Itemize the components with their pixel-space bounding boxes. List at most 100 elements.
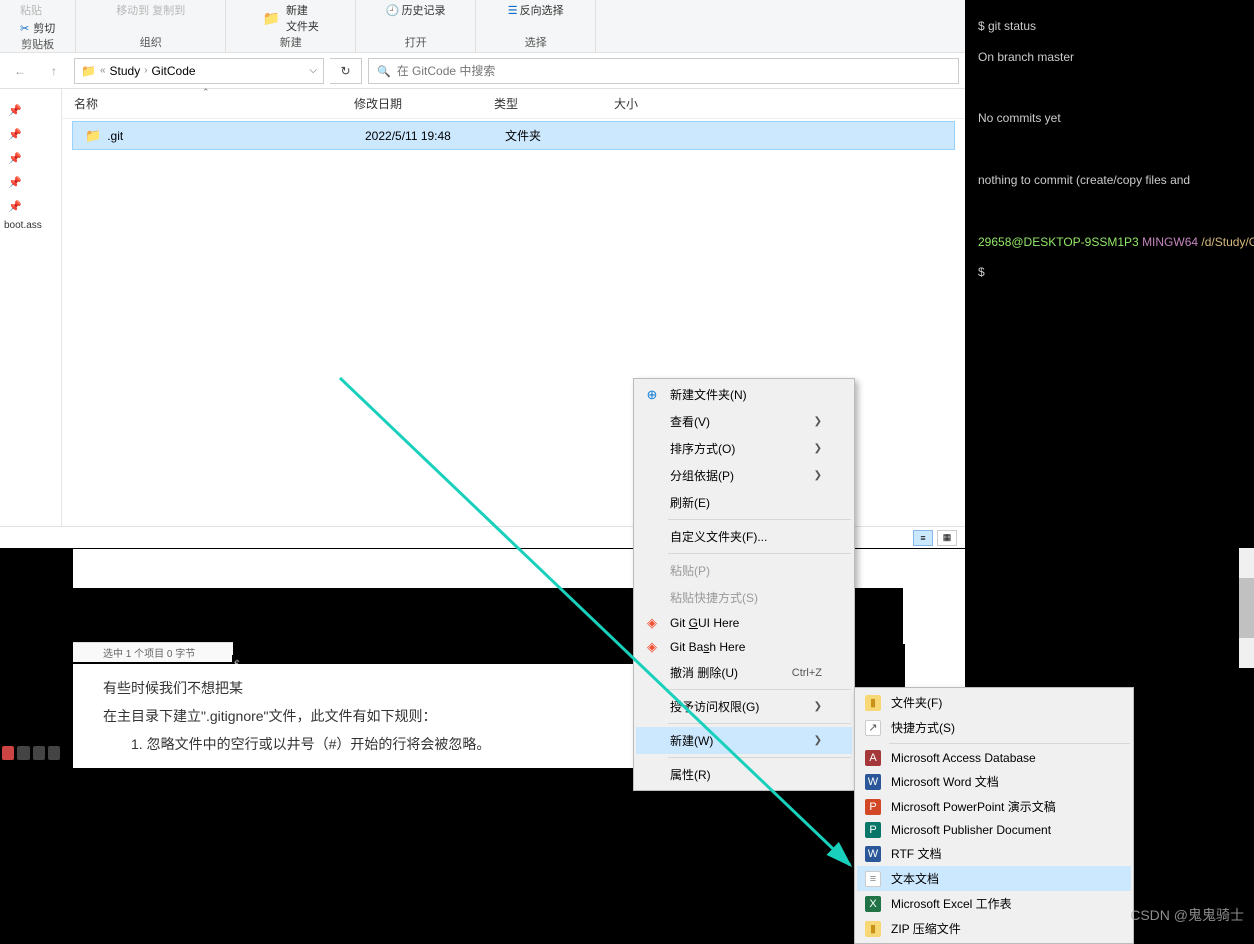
ppt-icon: P <box>865 799 881 815</box>
taskbar-icon[interactable] <box>48 746 60 760</box>
column-headers[interactable]: 名称 修改日期 类型 大小 ⌃ <box>62 89 965 119</box>
git-bash-terminal[interactable]: $ git status On branch master No commits… <box>974 0 1254 548</box>
ctx-grant-access[interactable]: 授予访问权限(G)❯ <box>636 693 852 720</box>
taskbar-icon[interactable] <box>33 746 45 760</box>
word-icon: W <box>865 774 881 790</box>
sub-rtf[interactable]: WRTF 文档 <box>857 841 1131 866</box>
separator <box>668 689 851 690</box>
taskbar[interactable] <box>0 744 62 762</box>
search-box[interactable]: 在 GitCode 中搜索 <box>368 58 959 84</box>
ctx-git-gui[interactable]: ◈Git GUI Here <box>636 611 852 635</box>
ctx-new-folder[interactable]: ⊕新建文件夹(N) <box>636 381 852 408</box>
publisher-icon: P <box>865 822 881 838</box>
pin-icon[interactable] <box>0 193 61 217</box>
col-name[interactable]: 名称 <box>74 95 354 112</box>
article-line1: 有些时候我们不想把某 <box>103 674 603 702</box>
ribbon-org-label: 组织 <box>140 34 162 50</box>
ctx-customize[interactable]: 自定义文件夹(F)... <box>636 523 852 550</box>
search-placeholder: 在 GitCode 中搜索 <box>397 62 496 79</box>
shortcut-icon: ↗ <box>865 720 881 736</box>
scrollbar[interactable] <box>1239 548 1254 668</box>
new-submenu: ▮文件夹(F) ↗快捷方式(S) AMicrosoft Access Datab… <box>854 687 1134 944</box>
pin-icon[interactable] <box>0 97 61 121</box>
search-icon <box>377 64 391 78</box>
sub-publisher[interactable]: PMicrosoft Publisher Document <box>857 819 1131 841</box>
taskbar-icon[interactable] <box>2 746 14 760</box>
view-details-button[interactable]: ≡ <box>913 530 933 546</box>
excel-icon: X <box>865 896 881 912</box>
sub-ppt[interactable]: PMicrosoft PowerPoint 演示文稿 <box>857 794 1131 819</box>
chevron-right-icon: ❯ <box>814 701 822 712</box>
sort-indicator-icon: ⌃ <box>202 87 210 98</box>
txt-icon: ≡ <box>865 871 881 887</box>
term-line: No commits yet <box>978 110 1250 127</box>
term-blank <box>978 80 1250 97</box>
sidebar: boot.ass <box>0 89 62 526</box>
sub-access[interactable]: AMicrosoft Access Database <box>857 747 1131 769</box>
separator <box>668 723 851 724</box>
ctx-view[interactable]: 查看(V)❯ <box>636 408 852 435</box>
shortcut-text: Ctrl+Z <box>792 667 822 679</box>
zip-icon: ▮ <box>865 921 881 937</box>
sub-excel[interactable]: XMicrosoft Excel 工作表 <box>857 891 1131 916</box>
sub-txt[interactable]: ≡文本文档 <box>857 866 1131 891</box>
separator <box>668 757 851 758</box>
editor-status: 选中 1 个项目 0 字节 <box>73 642 233 662</box>
chevron-right-icon: ❯ <box>814 443 822 454</box>
address-dropdown[interactable]: ⌵ <box>309 65 317 76</box>
ribbon-select-label: 选择 <box>525 34 547 50</box>
file-date: 2022/5/11 19:48 <box>365 129 505 143</box>
back-button[interactable]: ← <box>6 57 34 85</box>
view-icons-button[interactable]: ▦ <box>937 530 957 546</box>
taskbar-icon[interactable] <box>17 746 29 760</box>
ctx-sort[interactable]: 排序方式(O)❯ <box>636 435 852 462</box>
ribbon-new-label: 新建 <box>280 34 302 50</box>
sidebar-item[interactable]: boot.ass <box>0 217 61 234</box>
article-line3: 1. 忽略文件中的空行或以井号（#）开始的行将会被忽略。 <box>103 730 603 758</box>
col-size[interactable]: 大小 <box>614 95 694 112</box>
chevron-right-icon: ❯ <box>814 470 822 481</box>
new-folder-icon: ⊕ <box>644 387 660 403</box>
ctx-refresh[interactable]: 刷新(E) <box>636 489 852 516</box>
pin-icon[interactable] <box>0 145 61 169</box>
new-folder-button[interactable]: 新建 文件夹 <box>286 2 319 34</box>
chevron-right-icon: ❯ <box>814 416 822 427</box>
ctx-undo[interactable]: 撤消 删除(U)Ctrl+Z <box>636 659 852 686</box>
sub-shortcut[interactable]: ↗快捷方式(S) <box>857 715 1131 740</box>
term-blank <box>978 203 1250 220</box>
scrollbar-thumb[interactable] <box>1239 578 1254 638</box>
up-button[interactable]: ↑ <box>40 57 68 85</box>
col-type[interactable]: 类型 <box>494 95 614 112</box>
sub-word[interactable]: WMicrosoft Word 文档 <box>857 769 1131 794</box>
ribbon: 粘贴 剪切 剪贴板 移动到 复制到 组织 新建 文件夹 新建 历史记录 打开 反… <box>0 0 965 53</box>
access-icon: A <box>865 750 881 766</box>
folder-icon: ▮ <box>865 695 881 711</box>
pin-icon[interactable] <box>0 169 61 193</box>
ribbon-gray-item: 粘贴 <box>20 2 55 18</box>
history-button[interactable]: 历史记录 <box>386 2 446 18</box>
ctx-git-bash[interactable]: ◈Git Bash Here <box>636 635 852 659</box>
nav-bar: ← ↑ « Study › GitCode ⌵ ↻ 在 GitCode 中搜索 <box>0 53 965 89</box>
invert-select-button[interactable]: 反向选择 <box>508 2 564 18</box>
col-date[interactable]: 修改日期 <box>354 95 494 112</box>
ctx-new[interactable]: 新建(W)❯ <box>636 727 852 754</box>
new-folder-icon <box>263 10 280 27</box>
ctx-group[interactable]: 分组依据(P)❯ <box>636 462 852 489</box>
address-bar[interactable]: « Study › GitCode ⌵ <box>74 58 324 84</box>
ctx-paste-shortcut: 粘贴快捷方式(S) <box>636 584 852 611</box>
cut-button[interactable]: 剪切 <box>20 20 55 36</box>
chevron-right-icon: › <box>144 65 147 76</box>
separator <box>668 553 851 554</box>
separator <box>889 743 1130 744</box>
pin-icon[interactable] <box>0 121 61 145</box>
file-row-git[interactable]: .git 2022/5/11 19:48 文件夹 <box>72 121 955 150</box>
sub-zip[interactable]: ▮ZIP 压缩文件 <box>857 916 1131 941</box>
crumb-study[interactable]: Study <box>110 64 141 78</box>
sub-folder[interactable]: ▮文件夹(F) <box>857 690 1131 715</box>
article-line2: 在主目录下建立".gitignore"文件，此文件有如下规则： <box>103 702 603 730</box>
crumb-gitcode[interactable]: GitCode <box>152 64 196 78</box>
refresh-button[interactable]: ↻ <box>330 58 362 84</box>
ctx-properties[interactable]: 属性(R) <box>636 761 852 788</box>
file-type: 文件夹 <box>505 127 625 144</box>
separator <box>668 519 851 520</box>
